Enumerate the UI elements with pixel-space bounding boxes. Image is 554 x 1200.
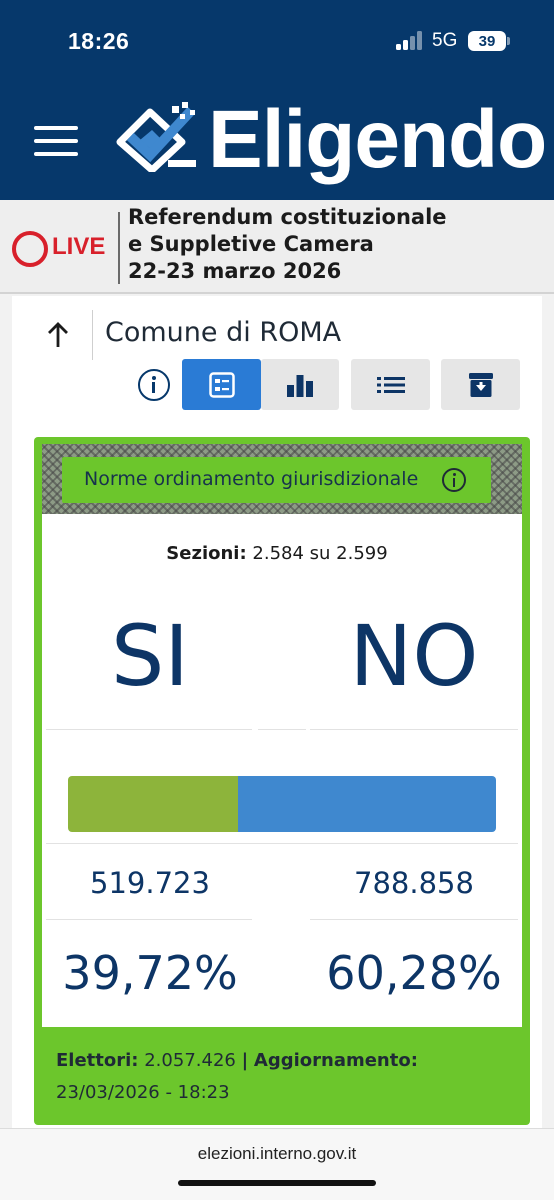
no-share-bar	[238, 776, 496, 832]
row-divider	[310, 919, 518, 920]
page-title: Comune di ROMA	[105, 317, 342, 348]
row-divider	[310, 729, 518, 730]
list-view-button[interactable]	[351, 359, 430, 410]
sezioni-label: Sezioni:	[166, 543, 247, 564]
battery-icon: 39	[468, 31, 506, 51]
row-divider	[46, 843, 518, 844]
title-divider	[92, 310, 93, 360]
home-indicator[interactable]	[178, 1180, 376, 1186]
quesito-title: Norme ordinamento giurisdizionale	[84, 468, 419, 490]
ballot-box-check-logo[interactable]	[116, 100, 202, 172]
yes-votes: 519.723	[90, 866, 210, 900]
row-divider	[258, 729, 306, 730]
banner-title-line: Referendum costituzionale	[128, 205, 447, 229]
cellular-signal-icon	[396, 31, 424, 50]
summary-grid-icon	[208, 371, 235, 398]
no-votes: 788.858	[354, 866, 474, 900]
no-heading: NO	[349, 607, 479, 705]
sezioni-scrutinate: Sezioni: 2.584 su 2.599	[0, 543, 554, 564]
info-icon[interactable]	[138, 369, 170, 401]
brand-name[interactable]: Eligendo	[208, 94, 547, 186]
result-footer: Elettori: 2.057.426 | Aggiornamento: 23/…	[56, 1045, 516, 1109]
elettori-label: Elettori:	[56, 1050, 139, 1071]
live-indicator-icon	[12, 231, 48, 267]
quesito-info-icon[interactable]	[442, 468, 466, 492]
footer-separator: |	[241, 1050, 249, 1071]
row-divider	[46, 729, 252, 730]
yes-share-bar	[68, 776, 238, 832]
row-divider	[46, 919, 252, 920]
yes-heading: SI	[110, 607, 190, 705]
summary-view-button[interactable]	[182, 359, 261, 410]
banner-title-line: e Suppletive Camera	[128, 232, 374, 256]
archive-download-icon	[468, 372, 493, 397]
network-type: 5G	[432, 30, 458, 51]
archive-button[interactable]	[441, 359, 520, 410]
banner-title: Referendum costituzionale e Suppletive C…	[128, 204, 447, 285]
arrow-up-icon[interactable]	[44, 320, 72, 350]
aggiornamento-label: Aggiornamento:	[253, 1050, 418, 1071]
sezioni-value: 2.584 su 2.599	[252, 543, 388, 564]
battery-tip	[507, 37, 510, 45]
status-time: 18:26	[68, 28, 130, 54]
banner-title-line: 22-23 marzo 2026	[128, 259, 342, 283]
live-label: LIVE	[52, 233, 106, 260]
chart-view-button[interactable]	[261, 359, 339, 410]
list-icon	[376, 376, 405, 393]
hamburger-menu-icon[interactable]	[34, 124, 80, 158]
aggiornamento-value: 23/03/2026 - 18:23	[56, 1082, 230, 1103]
page-url[interactable]: elezioni.interno.gov.it	[0, 1144, 554, 1164]
elettori-value: 2.057.426	[144, 1050, 236, 1071]
bar-chart-icon	[287, 374, 313, 397]
battery-level: 39	[478, 33, 496, 50]
browser-url-bar[interactable]	[0, 1128, 554, 1200]
no-percentage: 60,28%	[326, 946, 502, 1000]
banner-divider	[118, 212, 120, 284]
yes-percentage: 39,72%	[62, 946, 238, 1000]
